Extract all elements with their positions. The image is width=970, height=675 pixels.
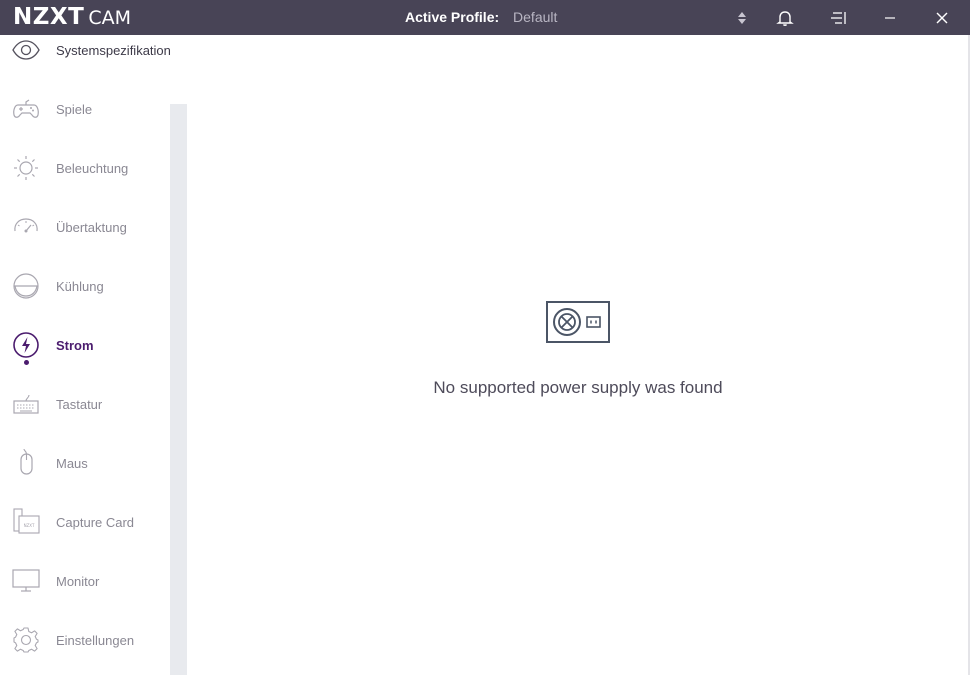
active-profile-value[interactable]: Default <box>513 9 557 25</box>
sidebar-item-monitor[interactable]: Monitor <box>0 558 170 604</box>
sidebar-item-label: Systemspezifikation <box>56 42 171 58</box>
mouse-icon <box>11 448 41 478</box>
sun-icon <box>11 153 41 183</box>
sidebar-item-tastatur[interactable]: Tastatur <box>0 381 170 427</box>
speedometer-icon <box>11 212 41 242</box>
no-power-supply-message: No supported power supply was found <box>433 378 723 397</box>
profile-switch-icon[interactable] <box>722 0 762 35</box>
bell-icon[interactable] <box>765 0 805 35</box>
active-indicator-dot <box>24 360 29 365</box>
monitor-icon <box>11 566 41 596</box>
lightning-icon <box>11 330 41 360</box>
keyboard-icon <box>11 389 41 419</box>
sidebar-item-kuehlung[interactable]: Kühlung <box>0 263 170 309</box>
sidebar-scrollbar[interactable] <box>170 104 187 675</box>
power-supply-icon <box>546 301 610 343</box>
sidebar-item-label: Kühlung <box>56 278 104 294</box>
sidebar-item-label: Tastatur <box>56 396 103 412</box>
sidebar-item-maus[interactable]: Maus <box>0 440 170 486</box>
sidebar-item-label: Einstellungen <box>56 632 135 648</box>
active-profile[interactable]: Active Profile: Default <box>405 9 557 25</box>
capture-card-icon: NZXT <box>11 507 41 537</box>
sidebar-item-spiele[interactable]: Spiele <box>0 86 170 132</box>
sidebar-item-label: Strom <box>56 337 94 353</box>
gear-icon <box>11 625 41 655</box>
menu-icon[interactable] <box>818 0 858 35</box>
minimize-icon[interactable] <box>870 0 910 35</box>
sidebar-item-systemspezifikation[interactable]: Systemspezifikation <box>0 27 171 73</box>
app-name: CAM <box>88 7 132 29</box>
sidebar: Systemspezifikation Spiele Beleuchtung Ü… <box>0 35 171 675</box>
sidebar-item-capture-card[interactable]: NZXT Capture Card <box>0 499 170 545</box>
sidebar-item-label: Monitor <box>56 573 100 589</box>
sidebar-item-label: Spiele <box>56 101 93 117</box>
svg-text:NZXT: NZXT <box>24 523 35 528</box>
sidebar-item-uebertaktung[interactable]: Übertaktung <box>0 204 170 250</box>
close-icon[interactable] <box>922 0 962 35</box>
main-content <box>187 35 969 675</box>
sidebar-item-einstellungen[interactable]: Einstellungen <box>0 617 170 663</box>
eye-icon <box>11 35 41 65</box>
sidebar-item-label: Maus <box>56 455 88 471</box>
sidebar-item-label: Capture Card <box>56 514 135 530</box>
gamepad-icon <box>11 94 41 124</box>
cooling-icon <box>11 271 41 301</box>
sidebar-item-label: Beleuchtung <box>56 160 129 176</box>
sidebar-item-beleuchtung[interactable]: Beleuchtung <box>0 145 170 191</box>
active-profile-label: Active Profile: <box>405 9 500 25</box>
sidebar-item-strom[interactable]: Strom <box>0 322 170 368</box>
sidebar-item-label: Übertaktung <box>56 219 127 235</box>
